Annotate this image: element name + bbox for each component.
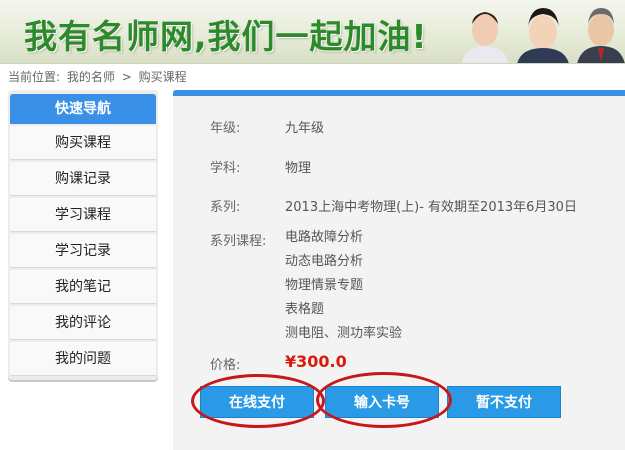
sidebar-item-buy-course[interactable]: 购买课程	[10, 126, 156, 160]
sidebar-item-my-questions[interactable]: 我的问题	[10, 342, 156, 376]
price-label: 价格:	[210, 358, 241, 373]
list-item: 测电阻、测功率实验	[285, 326, 403, 341]
sidebar-item-my-comments[interactable]: 我的评论	[10, 306, 156, 340]
sidebar-item-purchase-history[interactable]: 购课记录	[10, 162, 156, 196]
series-value: 2013上海中考物理(上)- 有效期至2013年6月30日	[285, 200, 577, 215]
breadcrumb: 当前位置: 我的名师 > 购买课程	[8, 68, 190, 85]
enter-card-number-button[interactable]: 输入卡号	[325, 386, 439, 418]
banner-slogan: 我有名师网,我们一起加油!	[24, 17, 428, 56]
breadcrumb-prefix: 当前位置:	[8, 70, 61, 84]
series-label: 系列:	[210, 200, 241, 215]
course-list: 电路故障分析 动态电路分析 物理情景专题 表格题 测电阻、测功率实验	[285, 230, 402, 350]
quick-nav-title: 快速导航	[10, 94, 156, 124]
list-item: 表格题	[285, 302, 325, 317]
people-photo-icon	[461, 8, 625, 63]
sidebar-item-my-notes[interactable]: 我的笔记	[10, 270, 156, 304]
courses-label: 系列课程:	[210, 234, 267, 249]
quick-nav-sidebar: 快速导航 购买课程 购课记录 学习课程 学习记录 我的笔记 我的评论 我的问题	[8, 90, 158, 380]
skip-payment-button[interactable]: 暂不支付	[447, 386, 561, 418]
breadcrumb-home-link[interactable]: 我的名师	[67, 70, 115, 84]
breadcrumb-separator: >	[121, 70, 132, 84]
list-item: 电路故障分析	[285, 230, 364, 245]
order-panel: 年级: 九年级 学科: 物理 系列: 2013上海中考物理(上)- 有效期至20…	[173, 90, 625, 450]
site-banner: 我有名师网,我们一起加油!	[0, 0, 625, 64]
list-item: 物理情景专题	[285, 278, 364, 293]
breadcrumb-current: 购买课程	[138, 70, 187, 84]
subject-label: 学科:	[210, 161, 241, 176]
sidebar-item-study-courses[interactable]: 学习课程	[10, 198, 156, 232]
sidebar-item-study-records[interactable]: 学习记录	[10, 234, 156, 268]
list-item: 动态电路分析	[285, 254, 364, 269]
online-pay-button[interactable]: 在线支付	[200, 386, 314, 418]
price-value: ¥300.0	[285, 352, 347, 371]
grade-label: 年级:	[210, 121, 241, 136]
grade-value: 九年级	[285, 121, 325, 136]
subject-value: 物理	[285, 161, 312, 176]
